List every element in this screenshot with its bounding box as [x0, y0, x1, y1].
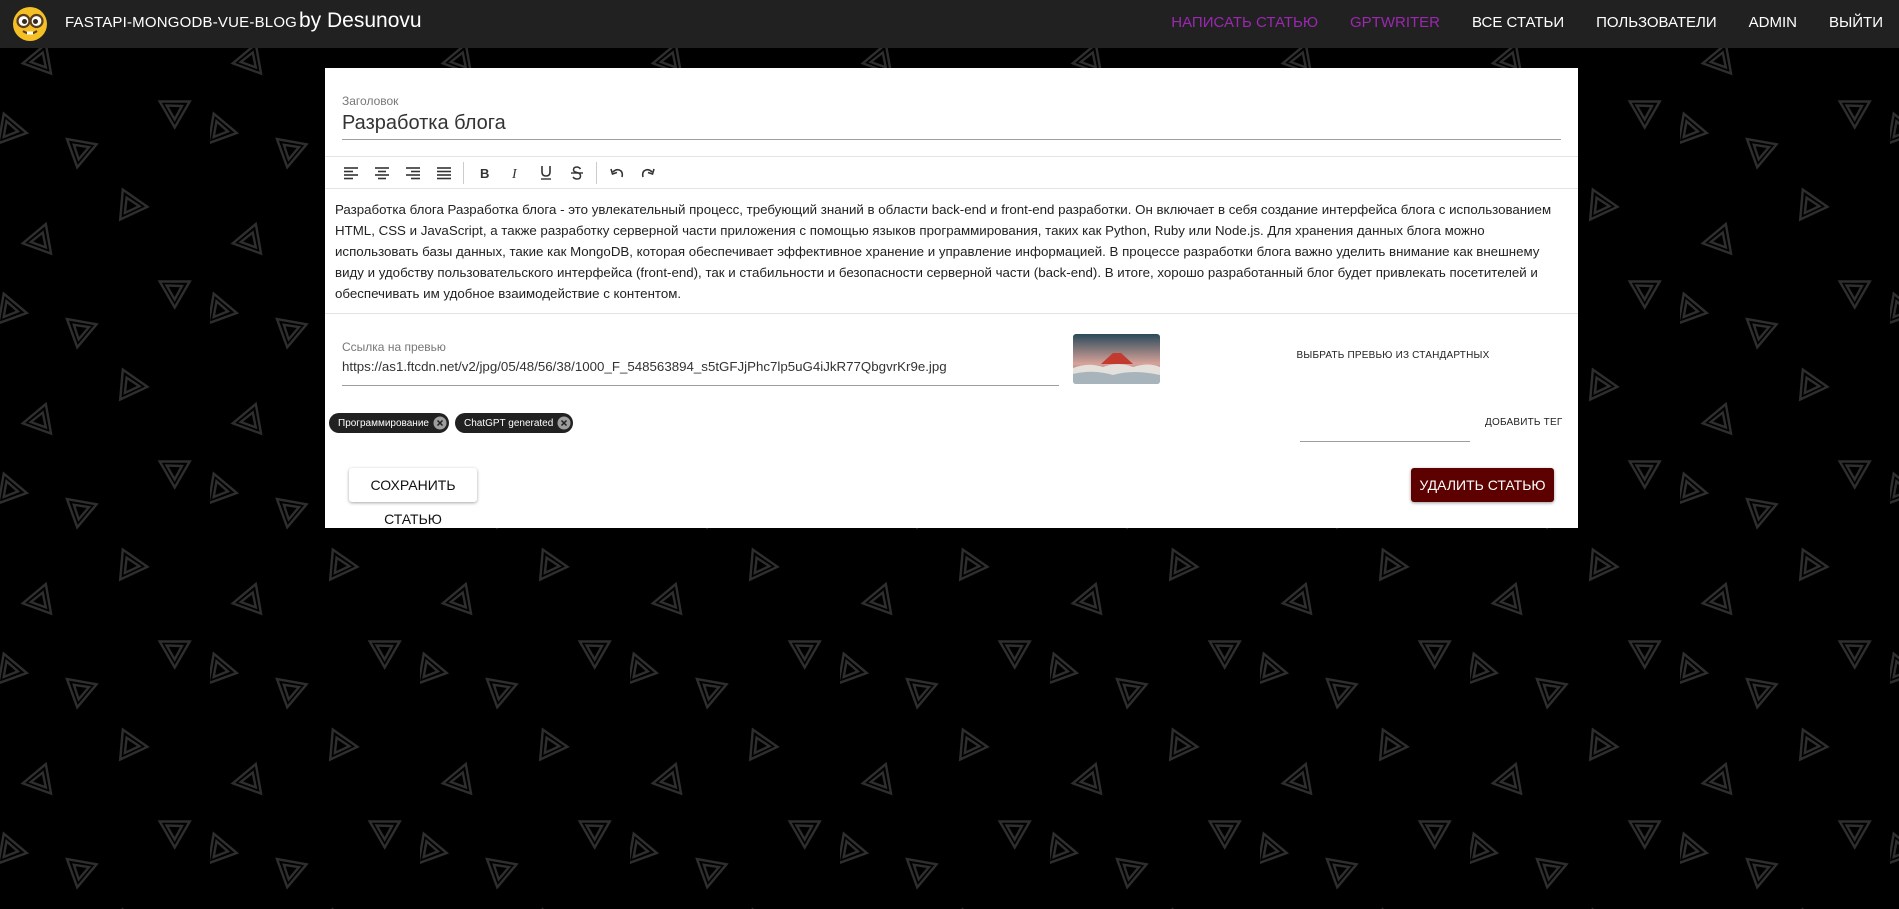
tag-label: ChatGPT generated [463, 417, 554, 429]
tag-chip[interactable]: Программирование [329, 413, 449, 433]
add-tag-button[interactable]: ДОБАВИТЬ ТЕГ [1485, 417, 1562, 428]
nav-write-article[interactable]: НАПИСАТЬ СТАТЬЮ [1155, 0, 1334, 48]
align-justify-icon[interactable] [428, 160, 459, 186]
nav-admin[interactable]: ADMIN [1733, 0, 1813, 48]
brand-author: by Desunovu [299, 9, 422, 32]
new-tag-input[interactable] [1300, 420, 1470, 442]
brand-title[interactable]: FASTAPI-MONGODB-VUE-BLOG [65, 14, 297, 31]
nav-users[interactable]: ПОЛЬЗОВАТЕЛИ [1580, 0, 1733, 48]
remove-tag-icon[interactable] [433, 416, 447, 430]
svg-text:B: B [480, 166, 489, 180]
choose-standard-preview-button[interactable]: ВЫБРАТЬ ПРЕВЬЮ ИЗ СТАНДАРТНЫХ [1273, 350, 1513, 361]
preview-thumbnail-image [1073, 334, 1160, 384]
svg-text:I: I [511, 167, 518, 180]
undo-icon[interactable] [601, 160, 632, 186]
editor-toolbar: B I [325, 156, 1578, 189]
redo-icon[interactable] [632, 160, 663, 186]
align-left-icon[interactable] [335, 160, 366, 186]
tag-label: Программирование [338, 417, 429, 429]
tag-chip[interactable]: ChatGPT generated [454, 413, 574, 433]
align-right-icon[interactable] [397, 160, 428, 186]
align-center-icon[interactable] [366, 160, 397, 186]
nav-all-articles[interactable]: ВСЕ СТАТЬИ [1456, 0, 1580, 48]
toolbar-divider [463, 161, 464, 184]
strikethrough-icon[interactable] [561, 160, 592, 186]
underline-icon[interactable] [530, 160, 561, 186]
top-nav: НАПИСАТЬ СТАТЬЮ GPTWRITER ВСЕ СТАТЬИ ПОЛ… [1155, 0, 1899, 48]
article-body-editor[interactable]: Разработка блога Разработка блога - это … [335, 199, 1560, 304]
title-input[interactable]: Разработка блога [342, 112, 1561, 135]
title-label: Заголовок [342, 94, 399, 108]
title-field[interactable]: Заголовок Разработка блога [342, 94, 1561, 140]
preview-link-input[interactable]: https://as1.ftcdn.net/v2/jpg/05/48/56/38… [342, 359, 1059, 374]
editor-divider [325, 313, 1578, 314]
nav-gptwriter[interactable]: GPTWRITER [1334, 0, 1456, 48]
nerd-face-emoji-icon[interactable] [12, 6, 48, 42]
preview-link-field[interactable]: Ссылка на превью https://as1.ftcdn.net/v… [342, 340, 1059, 386]
remove-tag-icon[interactable] [557, 416, 571, 430]
save-article-button[interactable]: СОХРАНИТЬ СТАТЬЮ [349, 468, 477, 527]
delete-article-button[interactable]: УДАЛИТЬ СТАТЬЮ [1411, 468, 1554, 502]
toolbar-divider [596, 161, 597, 184]
tag-list: Программирование ChatGPT generated [329, 413, 574, 433]
article-editor-card: Заголовок Разработка блога B I Разработк… [325, 68, 1578, 528]
nav-logout[interactable]: ВЫЙТИ [1813, 0, 1899, 48]
preview-label: Ссылка на превью [342, 340, 446, 354]
app-bar: FASTAPI-MONGODB-VUE-BLOG by Desunovu НАП… [0, 0, 1899, 48]
italic-icon[interactable]: I [499, 160, 530, 186]
bold-icon[interactable]: B [468, 160, 499, 186]
